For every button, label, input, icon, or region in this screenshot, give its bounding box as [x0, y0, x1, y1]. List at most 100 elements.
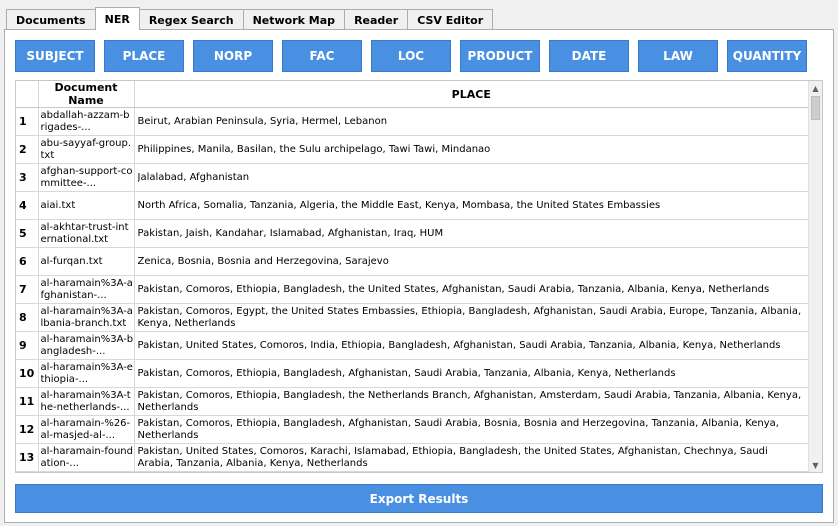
row-index: 6 — [16, 247, 39, 276]
place-cell[interactable]: Pakistan, Jaish, Kandahar, Islamabad, Af… — [134, 219, 809, 248]
place-text: Pakistan, Comoros, Egypt, the United Sta… — [137, 305, 802, 329]
entity-button-subject[interactable]: SUBJECT — [15, 40, 95, 72]
entity-button-date[interactable]: DATE — [549, 40, 629, 72]
tab-documents[interactable]: Documents — [6, 9, 96, 30]
place-cell[interactable]: Pakistan, United States, Comoros, India,… — [134, 331, 809, 360]
document-name-cell[interactable]: al-akhtar-trust-international.txt — [38, 219, 135, 248]
table-row[interactable]: 1 abdallah-azzam-brigades-... Beirut, Arab… — [16, 107, 809, 136]
table-row[interactable]: 3 afghan-support-committee-... Jalalabad, … — [16, 163, 809, 192]
row-index: 2 — [16, 135, 39, 164]
row-index-header — [16, 81, 39, 108]
place-text: Zenica, Bosnia, Bosnia and Herzegovina, … — [137, 255, 389, 267]
scrollbar-thumb[interactable] — [811, 96, 820, 120]
row-index: 10 — [16, 359, 39, 388]
document-name-cell[interactable]: al-haramain-... — [38, 471, 135, 472]
entity-button-fac[interactable]: FAC — [282, 40, 362, 72]
document-name-text: abdallah-azzam-brigades-... — [40, 109, 130, 133]
document-name-text: al-haramain%3A-bangladesh-... — [40, 333, 134, 357]
entity-button-place[interactable]: PLACE — [104, 40, 184, 72]
document-name-text: abu-sayyaf-group.txt — [40, 137, 132, 161]
table-row[interactable]: 10 al-haramain%3A-ethiopia-... Pakistan, C… — [16, 359, 809, 388]
tab-csv-editor[interactable]: CSV Editor — [407, 9, 494, 30]
place-cell[interactable]: Pakistan, Comoros, Ethiopia, Bangladesh,… — [134, 387, 809, 416]
place-text: Pakistan, Comoros, Ethiopia, Bangladesh,… — [137, 367, 676, 379]
place-cell[interactable]: Jalalabad, Afghanistan — [134, 163, 809, 192]
entity-button-product[interactable]: PRODUCT — [460, 40, 540, 72]
row-index: 12 — [16, 415, 39, 444]
row-index: 5 — [16, 219, 39, 248]
place-cell[interactable]: North Africa, Somalia, Tanzania, Algeria… — [134, 191, 809, 220]
vertical-scrollbar[interactable]: ▲ ▼ — [808, 81, 822, 472]
place-cell[interactable]: Pakistan, Comoros, Ethiopia, Bangladesh,… — [134, 359, 809, 388]
export-results-button[interactable]: Export Results — [15, 484, 823, 513]
document-name-cell[interactable]: al-furqan.txt — [38, 247, 135, 276]
place-cell[interactable]: Pakistan, Comoros, the United States Emb… — [134, 471, 809, 472]
row-index: 1 — [16, 107, 39, 136]
table-row[interactable]: 5 al-akhtar-trust-international.txt Pakist… — [16, 219, 809, 248]
place-cell[interactable]: Philippines, Manila, Basilan, the Sulu a… — [134, 135, 809, 164]
tab-regex-search[interactable]: Regex Search — [138, 9, 244, 30]
place-cell[interactable]: Pakistan, Comoros, Ethiopia, Bangladesh,… — [134, 415, 809, 444]
table-row[interactable]: 7 al-haramain%3A-afghanistan-... Pakistan,… — [16, 275, 809, 304]
table-row[interactable]: 12 al-haramain-%26-al-masjed-al-... Pakist… — [16, 415, 809, 444]
scroll-down-icon[interactable]: ▼ — [809, 458, 822, 472]
document-name-cell[interactable]: afghan-support-committee-... — [38, 163, 135, 192]
document-name-cell[interactable]: aiai.txt — [38, 191, 135, 220]
place-cell[interactable]: Pakistan, Comoros, Egypt, the United Sta… — [134, 303, 809, 332]
document-name-cell[interactable]: al-haramain%3A-the-netherlands-... — [38, 387, 135, 416]
place-cell[interactable]: Beirut, Arabian Peninsula, Syria, Hermel… — [134, 107, 809, 136]
document-name-cell[interactable]: al-haramain%3A-bangladesh-... — [38, 331, 135, 360]
table-row[interactable]: 13 al-haramain-foundation-... Pakistan, Un… — [16, 443, 809, 472]
place-text: Pakistan, Comoros, Ethiopia, Bangladesh,… — [137, 389, 802, 413]
place-text: Pakistan, Comoros, Ethiopia, Bangladesh,… — [137, 283, 770, 295]
place-cell[interactable]: Pakistan, Comoros, Ethiopia, Bangladesh,… — [134, 275, 809, 304]
row-index: 4 — [16, 191, 39, 220]
tab-network-map[interactable]: Network Map — [242, 9, 346, 30]
app-window: Documents NER Regex Search Network Map Reade… — [0, 0, 838, 526]
row-index: 7 — [16, 275, 39, 304]
results-table[interactable]: Document Name PLACE 1 abdallah-azzam-brig… — [15, 80, 823, 473]
place-text: Beirut, Arabian Peninsula, Syria, Hermel… — [137, 115, 388, 127]
document-name-text: al-furqan.txt — [40, 255, 103, 267]
document-name-cell[interactable]: al-haramain-foundation-... — [38, 443, 135, 472]
document-name-text: al-haramain-foundation-... — [40, 445, 133, 469]
table-row[interactable]: 6 al-furqan.txt Zenica, Bosnia, Bosnia and… — [16, 247, 809, 276]
row-index: 8 — [16, 303, 39, 332]
entity-button-loc[interactable]: LOC — [371, 40, 451, 72]
table-row[interactable]: 11 al-haramain%3A-the-netherlands-... Paki… — [16, 387, 809, 416]
document-name-cell[interactable]: al-haramain-%26-al-masjed-al-... — [38, 415, 135, 444]
document-name-text: al-haramain-%26-al-masjed-al-... — [40, 417, 131, 441]
row-index: 3 — [16, 163, 39, 192]
tab-ner[interactable]: NER — [94, 7, 140, 30]
scroll-up-icon[interactable]: ▲ — [809, 81, 822, 95]
table-row[interactable]: 2 abu-sayyaf-group.txt Philippines, Manila… — [16, 135, 809, 164]
entity-button-norp[interactable]: NORP — [193, 40, 273, 72]
document-name-cell[interactable]: al-haramain%3A-ethiopia-... — [38, 359, 135, 388]
place-text: North Africa, Somalia, Tanzania, Algeria… — [137, 199, 661, 211]
document-name-text: aiai.txt — [40, 199, 76, 211]
document-name-cell[interactable]: al-haramain%3A-albania-branch.txt — [38, 303, 135, 332]
table-header-row: Document Name PLACE — [16, 81, 809, 108]
place-text: Pakistan, Comoros, Ethiopia, Bangladesh,… — [137, 417, 779, 441]
place-header[interactable]: PLACE — [134, 81, 809, 108]
document-name-cell[interactable]: al-haramain%3A-afghanistan-... — [38, 275, 135, 304]
place-cell[interactable]: Zenica, Bosnia, Bosnia and Herzegovina, … — [134, 247, 809, 276]
place-text: Pakistan, United States, Comoros, Karach… — [137, 445, 768, 469]
document-name-header[interactable]: Document Name — [38, 81, 135, 108]
document-name-text: al-haramain%3A-the-netherlands-... — [40, 389, 131, 413]
document-name-cell[interactable]: abu-sayyaf-group.txt — [38, 135, 135, 164]
table-row[interactable]: 9 al-haramain%3A-bangladesh-... Pakistan, … — [16, 331, 809, 360]
document-name-cell[interactable]: abdallah-azzam-brigades-... — [38, 107, 135, 136]
entity-button-quantity[interactable]: QUANTITY — [727, 40, 807, 72]
place-text: Jalalabad, Afghanistan — [137, 171, 250, 183]
entity-button-bar: SUBJECT PLACE NORP FAC LOC PRODUCT DATE LAW QUAN… — [15, 40, 823, 72]
place-cell[interactable]: Pakistan, United States, Comoros, Karach… — [134, 443, 809, 472]
document-name-text: al-haramain%3A-ethiopia-... — [40, 361, 133, 385]
entity-button-law[interactable]: LAW — [638, 40, 718, 72]
tab-reader[interactable]: Reader — [344, 9, 409, 30]
table-row[interactable]: 8 al-haramain%3A-albania-branch.txt Pakist… — [16, 303, 809, 332]
table-row[interactable]: 14al-haramain-...Pakistan, Comoros, the … — [16, 471, 809, 472]
document-name-text: al-haramain%3A-afghanistan-... — [40, 277, 133, 301]
document-name-text: al-haramain%3A-albania-branch.txt — [40, 305, 133, 329]
table-row[interactable]: 4 aiai.txt North Africa, Somalia, Tanzania… — [16, 191, 809, 220]
